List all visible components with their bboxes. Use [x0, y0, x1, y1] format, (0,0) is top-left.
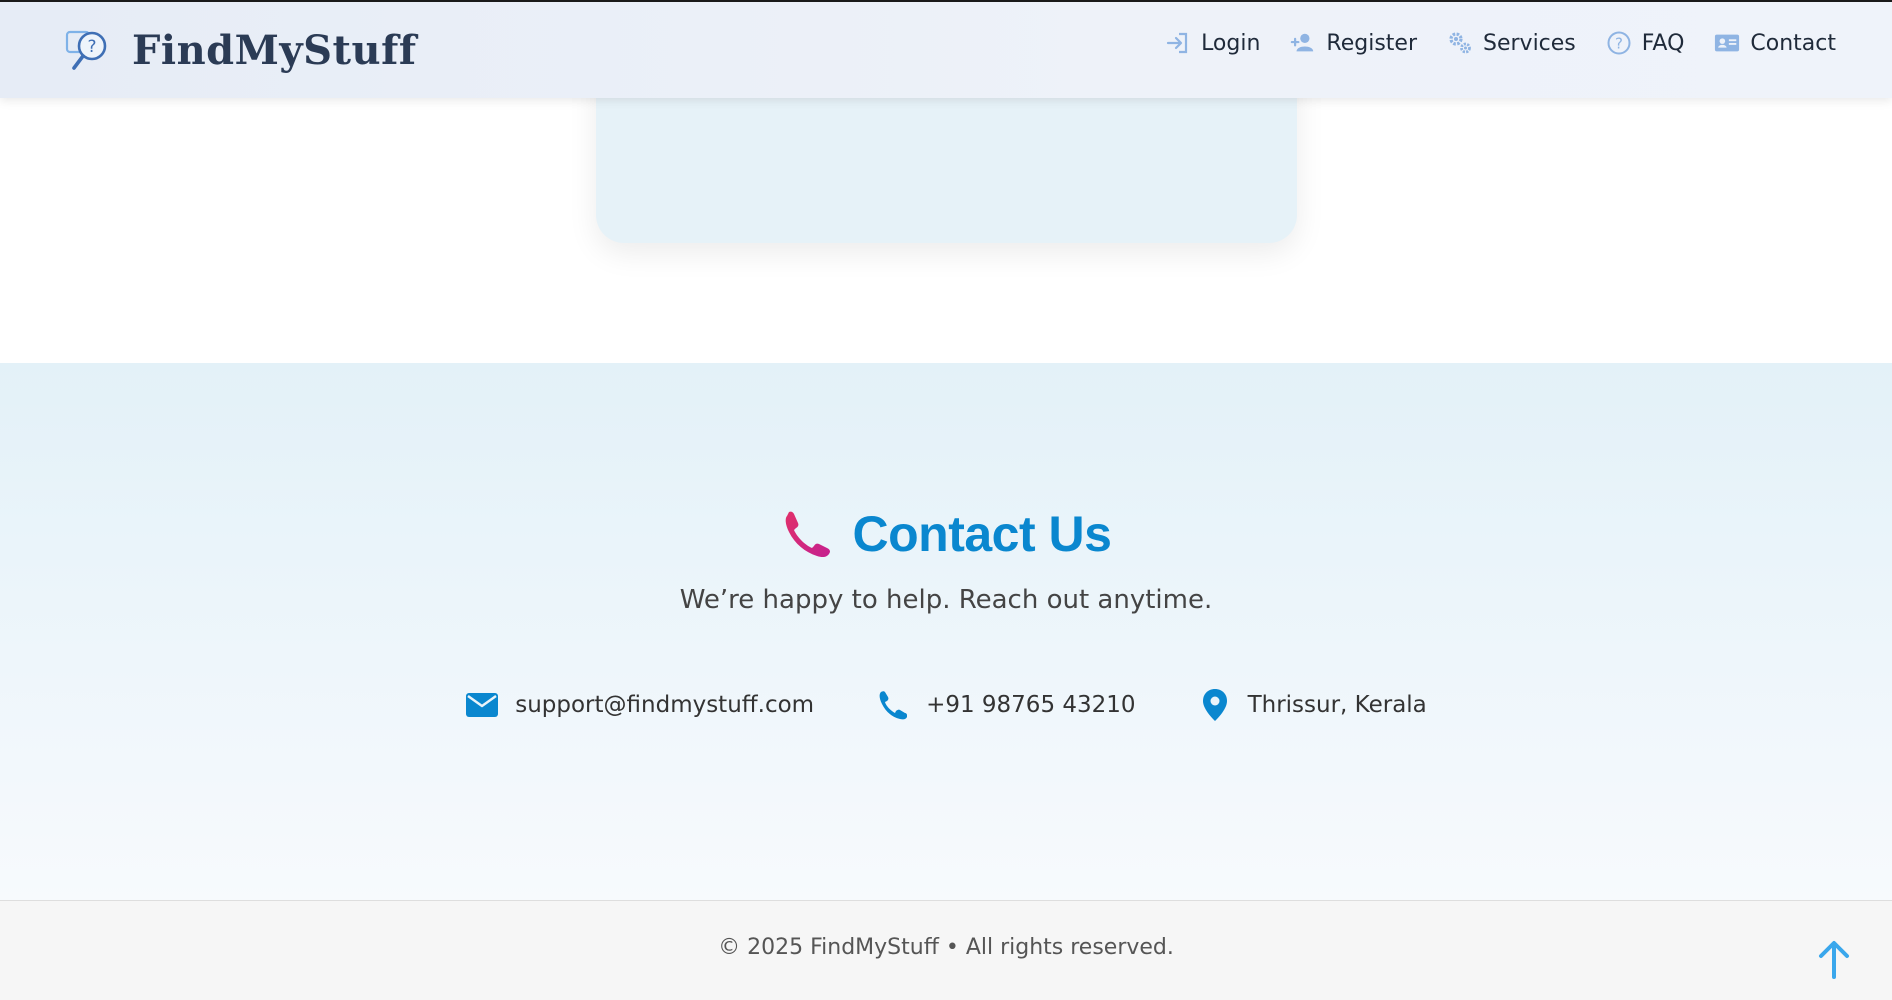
question-circle-icon: ?: [1606, 30, 1632, 56]
nav-register-label: Register: [1326, 30, 1417, 56]
nav-contact-label: Contact: [1750, 30, 1836, 56]
contact-subtitle: We’re happy to help. Reach out anytime.: [679, 585, 1213, 615]
phone-icon: [876, 688, 910, 722]
contact-section: Contact Us We’re happy to help. Reach ou…: [0, 363, 1892, 901]
question-magnifier-logo-icon: ?: [65, 30, 107, 70]
arrow-up-icon: [1819, 941, 1849, 979]
nav-login-label: Login: [1201, 30, 1261, 56]
envelope-icon: [465, 688, 499, 722]
location-pin-icon: [1198, 688, 1232, 722]
footer-copyright: © 2025 FindMyStuff • All rights reserved…: [718, 935, 1174, 960]
back-to-top-button[interactable]: [1814, 937, 1854, 981]
contact-phone[interactable]: +91 98765 43210: [876, 688, 1136, 722]
contact-heading: Contact Us: [0, 505, 1892, 563]
id-card-icon: [1714, 30, 1740, 56]
nav-login[interactable]: Login: [1165, 30, 1260, 56]
contact-email[interactable]: support@findmystuff.com: [465, 688, 814, 722]
nav-services-label: Services: [1483, 30, 1576, 56]
brand[interactable]: ? FindMyStuff: [64, 26, 417, 74]
contact-title: Contact Us: [852, 506, 1112, 562]
svg-text:?: ?: [87, 37, 96, 57]
nav-faq-label: FAQ: [1641, 30, 1685, 56]
contact-phone-text[interactable]: +91 98765 43210: [926, 692, 1136, 718]
contact-email-text[interactable]: support@findmystuff.com: [515, 692, 814, 718]
nav-faq[interactable]: ? FAQ: [1606, 30, 1685, 56]
site-footer: © 2025 FindMyStuff • All rights reserved…: [0, 900, 1892, 1000]
contact-location: Thrissur, Kerala: [1198, 688, 1427, 722]
contact-info-list: support@findmystuff.com +91 98765 43210 …: [0, 688, 1892, 722]
telephone-receiver-emoji-icon: [785, 511, 830, 558]
window-top-border: [0, 0, 1892, 2]
site-header: ? FindMyStuff Login Register Services ? …: [0, 2, 1892, 98]
svg-text:?: ?: [1615, 35, 1623, 53]
nav-contact[interactable]: Contact: [1714, 30, 1836, 56]
brand-name: FindMyStuff: [132, 26, 417, 74]
user-plus-icon: [1290, 30, 1316, 56]
main-nav: Login Register Services ? FAQ Contact: [1135, 30, 1836, 56]
gears-icon: [1447, 30, 1473, 56]
login-icon: [1165, 30, 1191, 56]
contact-location-text: Thrissur, Kerala: [1247, 692, 1427, 718]
nav-services[interactable]: Services: [1447, 30, 1576, 56]
nav-register[interactable]: Register: [1290, 30, 1417, 56]
